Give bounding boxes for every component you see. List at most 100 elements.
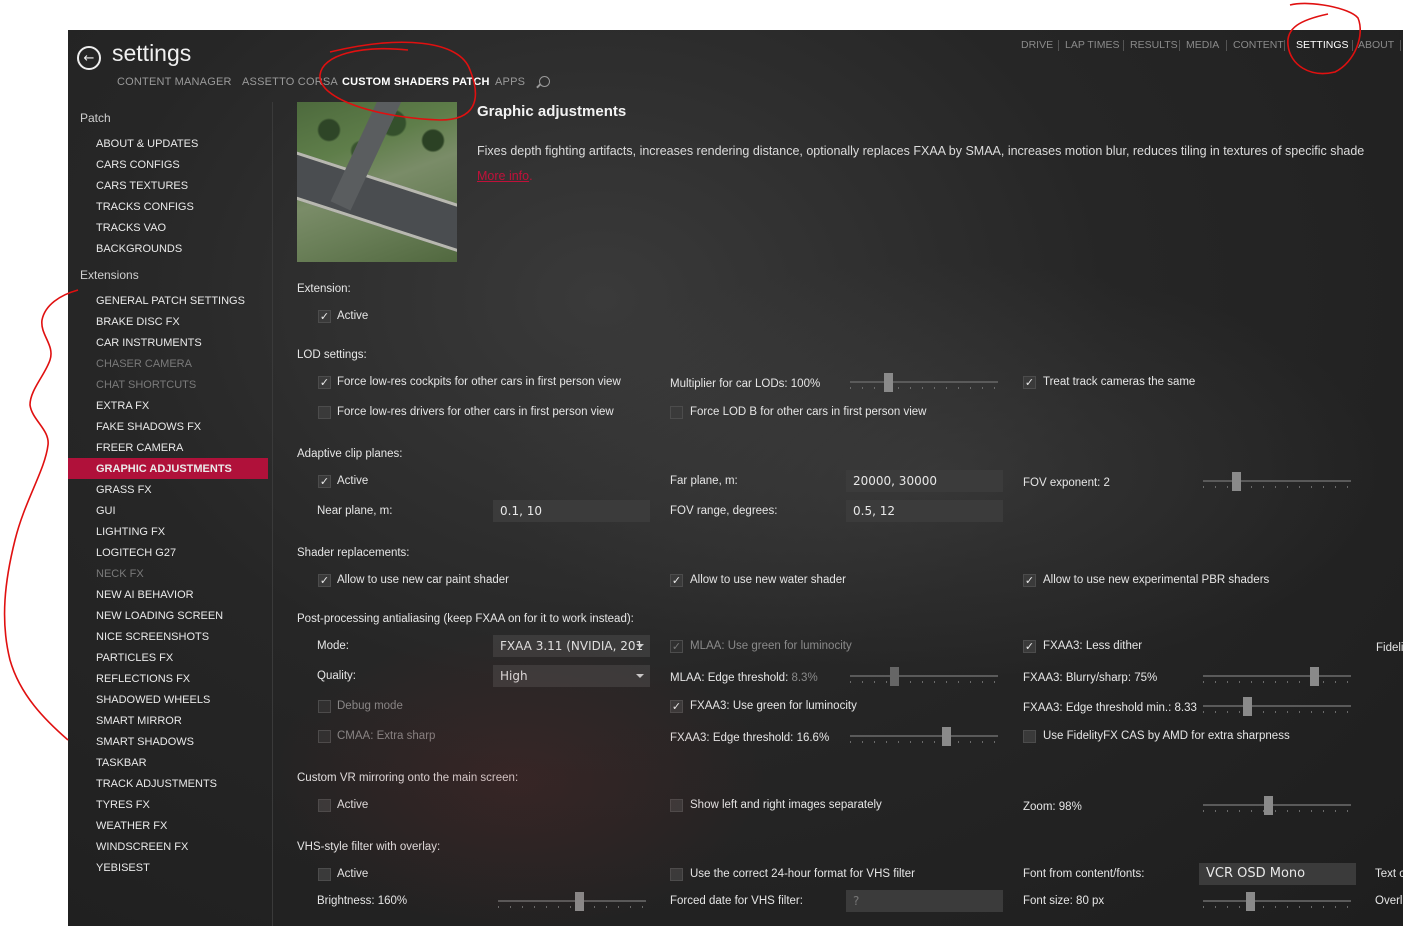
mlaa-edge-slider[interactable]	[850, 665, 998, 687]
show-lr-checkbox[interactable]	[670, 799, 683, 812]
use-24h-checkbox[interactable]	[670, 868, 683, 881]
debug-mode-checkbox[interactable]	[318, 700, 331, 713]
treat-track-checkbox[interactable]: ✓	[1023, 376, 1036, 389]
toptab-lap-times[interactable]: LAP TIMES	[1065, 39, 1119, 51]
slider-thumb[interactable]	[942, 727, 952, 746]
slider-thumb[interactable]	[1310, 667, 1319, 686]
force-drivers-checkbox[interactable]	[318, 406, 331, 419]
sidebar-item-logitech-g27[interactable]: LOGITECH G27	[96, 547, 176, 559]
zoom-slider[interactable]	[1203, 794, 1351, 816]
sidebar-item-yebisest[interactable]: YEBISEST	[96, 862, 150, 874]
fidelityfx-checkbox[interactable]	[1023, 730, 1036, 743]
font-name-input[interactable]: VCR OSD Mono	[1199, 863, 1356, 885]
debug-mode-label: Debug mode	[337, 700, 403, 712]
sidebar-item-backgrounds[interactable]: BACKGROUNDS	[96, 243, 182, 255]
aa-mode-dropdown[interactable]: FXAA 3.11 (NVIDIA, 201	[493, 635, 650, 657]
sidebar-item-new-ai-behavior[interactable]: NEW AI BEHAVIOR	[96, 589, 194, 601]
toptab-about[interactable]: ABOUT	[1358, 39, 1394, 51]
lod-multiplier-slider[interactable]	[850, 371, 998, 393]
slider-thumb[interactable]	[1243, 697, 1253, 716]
water-shader-checkbox[interactable]: ✓	[670, 574, 683, 587]
sidebar-item-freer-camera[interactable]: FREER CAMERA	[96, 442, 183, 454]
sidebar-item-track-adjustments[interactable]: TRACK ADJUSTMENTS	[96, 778, 217, 790]
clip-active-checkbox[interactable]: ✓	[318, 475, 331, 488]
edge-min-slider[interactable]	[1203, 695, 1351, 717]
sidebar-item-new-loading-screen[interactable]: NEW LOADING SCREEN	[96, 610, 223, 622]
sidebar-item-graphic-adjustments[interactable]: GRAPHIC ADJUSTMENTS	[96, 463, 232, 475]
slider-thumb[interactable]	[1246, 892, 1256, 911]
cmaa-checkbox[interactable]	[318, 730, 331, 743]
sidebar-item-gui[interactable]: GUI	[96, 505, 116, 517]
sidebar-item-grass-fx[interactable]: GRASS FX	[96, 484, 152, 496]
toptab-content[interactable]: CONTENT	[1233, 39, 1284, 51]
sidebar-item-lighting-fx[interactable]: LIGHTING FX	[96, 526, 165, 538]
checkmark-icon: ✓	[671, 700, 682, 713]
toptab-settings[interactable]: SETTINGS	[1296, 39, 1349, 51]
toptab-results[interactable]: RESULTS	[1130, 39, 1178, 51]
force-cockpits-checkbox[interactable]: ✓	[318, 376, 331, 389]
sidebar-item-fake-shadows-fx[interactable]: FAKE SHADOWS FX	[96, 421, 201, 433]
sidebar-item-windscreen-fx[interactable]: WINDSCREEN FX	[96, 841, 188, 853]
mlaa-green-checkbox[interactable]: ✓	[670, 640, 683, 653]
sidebar-item-nice-screenshots[interactable]: NICE SCREENSHOTS	[96, 631, 209, 643]
search-icon[interactable]	[539, 76, 550, 87]
sidebar-item-smart-shadows[interactable]: SMART SHADOWS	[96, 736, 194, 748]
aa-header: Post-processing antialiasing (keep FXAA …	[297, 613, 634, 625]
blurry-sharp-slider[interactable]	[1203, 665, 1351, 687]
sidebar-item-car-instruments[interactable]: CAR INSTRUMENTS	[96, 337, 202, 349]
sidebar-item-chaser-camera[interactable]: CHASER CAMERA	[96, 358, 192, 370]
sidebar-item-about-updates[interactable]: ABOUT & UPDATES	[96, 138, 198, 150]
sidebar-item-extra-fx[interactable]: EXTRA FX	[96, 400, 149, 412]
more-info-link[interactable]: More info	[477, 169, 529, 183]
slider-thumb[interactable]	[575, 892, 585, 911]
sidebar-item-tracks-vao[interactable]: TRACKS VAO	[96, 222, 166, 234]
vr-active-checkbox[interactable]	[318, 799, 331, 812]
subtab-content-manager[interactable]: CONTENT MANAGER	[117, 76, 232, 88]
sidebar-item-tracks-configs[interactable]: TRACKS CONFIGS	[96, 201, 194, 213]
aa-quality-dropdown[interactable]: High	[493, 665, 650, 687]
subtab-custom-shaders-patch[interactable]: CUSTOM SHADERS PATCH	[342, 76, 490, 88]
extension-active-checkbox[interactable]: ✓	[318, 310, 331, 323]
slider-thumb[interactable]	[884, 373, 894, 392]
sidebar-item-neck-fx[interactable]: NECK FX	[96, 568, 144, 580]
toptab-divider	[1284, 40, 1285, 51]
fxaa-green-checkbox[interactable]: ✓	[670, 700, 683, 713]
sidebar-item-taskbar[interactable]: TASKBAR	[96, 757, 147, 769]
sidebar-item-shadowed-wheels[interactable]: SHADOWED WHEELS	[96, 694, 210, 706]
font-size-slider[interactable]	[1203, 890, 1351, 912]
back-arrow-icon[interactable]: ←	[77, 46, 101, 70]
car-paint-checkbox[interactable]: ✓	[318, 574, 331, 587]
fov-range-input[interactable]: 0.5, 12	[846, 500, 1003, 522]
sidebar-item-tyres-fx[interactable]: TYRES FX	[96, 799, 150, 811]
sidebar-item-general-patch-settings[interactable]: GENERAL PATCH SETTINGS	[96, 295, 245, 307]
sidebar-item-smart-mirror[interactable]: SMART MIRROR	[96, 715, 182, 727]
sidebar-item-cars-textures[interactable]: CARS TEXTURES	[96, 180, 188, 192]
sidebar-item-reflections-fx[interactable]: REFLECTIONS FX	[96, 673, 190, 685]
brightness-slider[interactable]	[498, 890, 646, 912]
force-lod-b-checkbox[interactable]	[670, 406, 683, 419]
vhs-active-checkbox[interactable]	[318, 868, 331, 881]
near-plane-input[interactable]: 0.1, 10	[493, 500, 650, 522]
subtab-assetto-corsa[interactable]: ASSETTO CORSA	[242, 76, 338, 88]
sidebar-item-chat-shortcuts[interactable]: CHAT SHORTCUTS	[96, 379, 196, 391]
sidebar-item-brake-disc-fx[interactable]: BRAKE DISC FX	[96, 316, 180, 328]
toptab-media[interactable]: MEDIA	[1186, 39, 1219, 51]
aa-quality-label: Quality:	[317, 670, 356, 682]
slider-thumb[interactable]	[1264, 796, 1274, 815]
subtab-apps[interactable]: APPS	[495, 76, 525, 88]
sidebar-item-particles-fx[interactable]: PARTICLES FX	[96, 652, 173, 664]
lod-header: LOD settings:	[297, 349, 367, 361]
fxaa-edge-slider[interactable]	[850, 725, 998, 747]
less-dither-checkbox[interactable]: ✓	[1023, 640, 1036, 653]
page-title: settings	[112, 40, 192, 66]
slider-thumb[interactable]	[1231, 472, 1241, 491]
sidebar-item-weather-fx[interactable]: WEATHER FX	[96, 820, 167, 832]
pbr-shader-checkbox[interactable]: ✓	[1023, 574, 1036, 587]
toptab-drive[interactable]: DRIVE	[1021, 39, 1053, 51]
sidebar-header-extensions: Extensions	[80, 268, 139, 282]
far-plane-input[interactable]: 20000, 30000	[846, 470, 1003, 492]
sidebar-item-cars-configs[interactable]: CARS CONFIGS	[96, 159, 180, 171]
forced-date-input[interactable]: ?	[846, 890, 1003, 912]
fov-exponent-slider[interactable]	[1203, 470, 1351, 492]
slider-thumb[interactable]	[890, 667, 900, 686]
